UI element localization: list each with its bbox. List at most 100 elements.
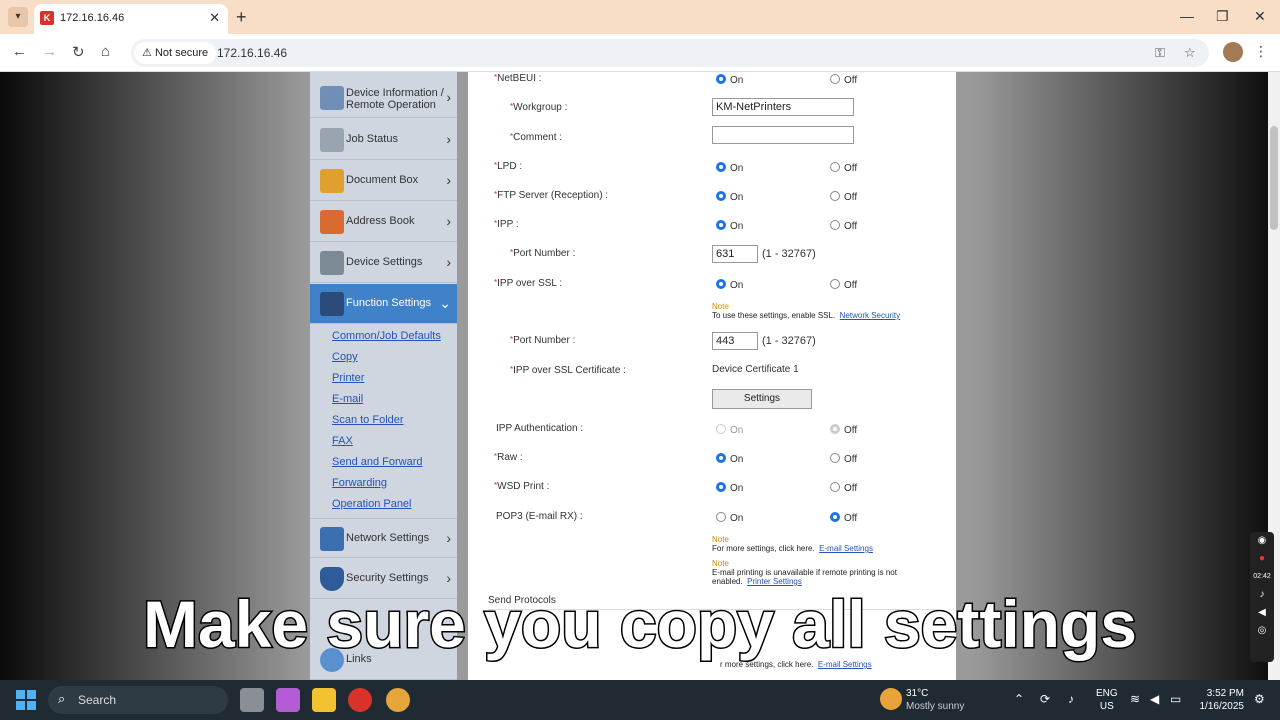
camera-icon[interactable]: ◉ (1250, 532, 1274, 550)
password-key-icon[interactable]: ⚿ (1155, 45, 1165, 61)
ftp-on-radio[interactable]: On (716, 191, 743, 203)
ftp-off-radio[interactable]: Off (830, 191, 857, 203)
email-settings-link[interactable]: E-mail Settings (819, 544, 873, 553)
field-label: *Port Number : (510, 335, 576, 346)
menu-kebab-icon[interactable]: ⋮ (1254, 43, 1268, 60)
radio-label: Off (844, 221, 858, 232)
tray-chevron-up-icon[interactable]: ⌃ (1014, 692, 1024, 706)
printer-settings-link[interactable]: Printer Settings (747, 577, 802, 586)
ipp-auth-on-radio[interactable]: On (716, 424, 743, 436)
ssl-port-row: *Port Number : 443 (1 - 32767) (468, 332, 956, 358)
pop3-note1-heading: Note (712, 535, 729, 544)
comment-label: Comment : (513, 132, 563, 143)
wifi-icon[interactable]: ≋ (1130, 692, 1140, 706)
mic-tray-icon[interactable]: ♪ (1068, 692, 1074, 706)
ipp-row: *IPP : On Off (468, 218, 956, 242)
forward-icon[interactable]: → (42, 43, 57, 60)
warning-icon: ⚠ (142, 47, 152, 59)
radio-label: On (730, 221, 744, 232)
ipp-auth-off-radio[interactable]: Off (830, 424, 857, 436)
sidebar-subitem-printer[interactable]: Printer (332, 372, 364, 384)
sidebar-item-job-status[interactable]: Job Status › (310, 120, 457, 160)
tab-search-chevron-icon[interactable]: ▾ (8, 7, 28, 27)
lpd-on-radio[interactable]: On (716, 162, 743, 174)
close-window-icon[interactable]: ✕ (1254, 8, 1266, 25)
bookmark-star-icon[interactable]: ☆ (1184, 45, 1196, 61)
copilot-icon[interactable] (276, 688, 300, 712)
netbeui-label: NetBEUI : (497, 73, 542, 84)
sidebar-subitem-forwarding[interactable]: Forwarding (332, 477, 387, 489)
back-icon[interactable]: ← (12, 43, 27, 60)
minimize-icon[interactable]: — (1180, 8, 1194, 24)
comment-input[interactable] (712, 126, 854, 144)
sidebar-subitem-common-job-defaults[interactable]: Common/Job Defaults (332, 330, 441, 342)
webcam-icon[interactable]: ◎ (1250, 622, 1274, 640)
address-bar[interactable]: ⚠ Not secure 172.16.16.46 ⚿ ☆ (131, 39, 1209, 67)
radio-label: Off (844, 75, 858, 86)
microphone-icon[interactable]: ♪ (1250, 586, 1274, 604)
raw-off-radio[interactable]: Off (830, 453, 857, 465)
home-icon[interactable]: ⌂ (101, 43, 110, 60)
record-icon[interactable]: ● (1250, 550, 1274, 568)
lang-secondary: US (1099, 701, 1114, 712)
language-indicator[interactable]: ENG US (1096, 687, 1118, 713)
sidebar-subitem-scan-to-folder[interactable]: Scan to Folder (332, 414, 404, 426)
close-tab-icon[interactable]: ✕ (209, 10, 220, 26)
taskbar-search[interactable]: ⌕ Search (48, 686, 228, 714)
lpd-off-radio[interactable]: Off (830, 162, 857, 174)
taskbar-clock[interactable]: 3:52 PM 1/16/2025 (1190, 687, 1245, 713)
chrome-icon[interactable] (386, 688, 410, 712)
task-view-icon[interactable] (240, 688, 264, 712)
workgroup-input[interactable]: KM-NetPrinters (712, 98, 854, 116)
ipp-ssl-on-radio[interactable]: On (716, 279, 743, 291)
sidebar-item-document-box[interactable]: Document Box › (310, 161, 457, 201)
sidebar-subitem-operation-panel[interactable]: Operation Panel (332, 498, 412, 510)
restore-icon[interactable]: ❐ (1216, 8, 1229, 25)
ssl-cert-settings-button[interactable]: Settings (712, 389, 812, 409)
raw-on-radio[interactable]: On (716, 453, 743, 465)
sticky-notes-icon[interactable] (312, 688, 336, 712)
wsd-off-radio[interactable]: Off (830, 482, 857, 494)
security-indicator[interactable]: ⚠ Not secure (134, 42, 217, 64)
windows-start-icon[interactable] (16, 690, 36, 710)
sidebar-item-device-settings[interactable]: Device Settings › (310, 243, 457, 283)
netbeui-on-radio[interactable]: On (716, 74, 743, 86)
scrollbar-thumb[interactable] (1270, 126, 1278, 230)
recorder-app-icon[interactable] (348, 688, 372, 712)
ipp-on-radio[interactable]: On (716, 220, 743, 232)
taskbar-search-label: Search (78, 693, 117, 707)
profile-avatar[interactable] (1223, 42, 1243, 62)
ssl-port-input[interactable]: 443 (712, 332, 758, 350)
ipp-off-radio[interactable]: Off (830, 220, 857, 232)
volume-icon[interactable]: ◀ (1150, 692, 1159, 706)
chevron-right-icon: › (446, 530, 451, 546)
radio-dot (716, 482, 726, 492)
netbeui-off-radio[interactable]: Off (830, 74, 857, 86)
lpd-row: *LPD : On Off (468, 160, 956, 184)
pop3-on-radio[interactable]: On (716, 512, 743, 524)
sidebar-item-network-settings[interactable]: Network Settings › (310, 518, 457, 558)
ssl-port-range: (1 - 32767) (762, 335, 816, 347)
sidebar-subitem-email[interactable]: E-mail (332, 393, 363, 405)
search-icon: ⌕ (58, 691, 66, 706)
sync-icon[interactable]: ⟳ (1040, 692, 1050, 706)
speaker-icon[interactable]: ◀ (1250, 604, 1274, 622)
sidebar-subitem-send-and-forward[interactable]: Send and Forward (332, 456, 423, 468)
sidebar-item-device-information[interactable]: Device Information / Remote Operation › (310, 78, 457, 118)
new-tab-icon[interactable]: + (236, 7, 247, 27)
sidebar-item-function-settings[interactable]: Function Settings ⌄ (310, 284, 457, 324)
sidebar-subitem-copy[interactable]: Copy (332, 351, 358, 363)
network-security-link[interactable]: Network Security (840, 311, 900, 320)
sidebar-item-address-book[interactable]: Address Book › (310, 202, 457, 242)
battery-icon[interactable]: ▭ (1170, 692, 1181, 706)
pop3-row: POP3 (E-mail RX) : On Off (468, 510, 956, 534)
reload-icon[interactable]: ↻ (72, 43, 85, 61)
pop3-note2: E-mail printing is unavailable if remote… (712, 568, 897, 586)
browser-tab[interactable]: K 172.16.16.46 ✕ (34, 4, 228, 34)
settings-gear-icon[interactable]: ⚙ (1254, 692, 1265, 706)
ipp-port-input[interactable]: 631 (712, 245, 758, 263)
pop3-off-radio[interactable]: Off (830, 512, 857, 524)
wsd-on-radio[interactable]: On (716, 482, 743, 494)
sidebar-subitem-fax[interactable]: FAX (332, 435, 353, 447)
ipp-ssl-off-radio[interactable]: Off (830, 279, 857, 291)
